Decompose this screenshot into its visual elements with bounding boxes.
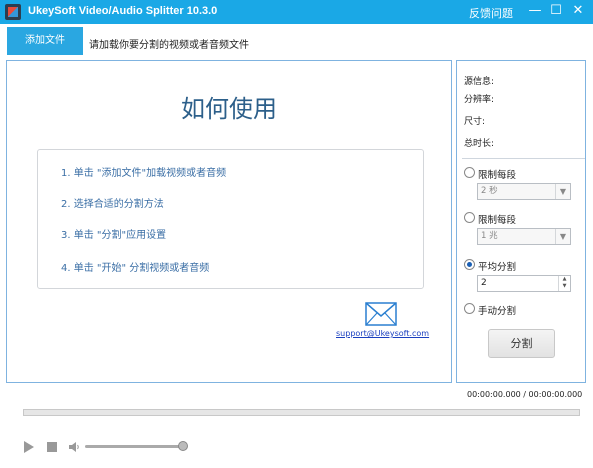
split-by-time-label: 限制每段 <box>478 170 517 181</box>
radio-button[interactable] <box>464 212 475 223</box>
play-icon[interactable] <box>24 441 34 453</box>
step-item: 2. 选择合适的分割方法 <box>61 199 164 210</box>
time-limit-select[interactable]: 2 秒 ▼ <box>477 183 571 200</box>
envelope-icon[interactable] <box>365 302 397 326</box>
add-file-button[interactable]: 添加文件 <box>7 27 83 55</box>
add-file-hint: 请加载你要分割的视频或者音频文件 <box>89 40 249 51</box>
guide-panel: 如何使用 1. 单击 "添加文件"加载视频或者音频 2. 选择合适的分割方法 3… <box>6 60 452 383</box>
step-item: 3. 单击 "分割"应用设置 <box>61 230 167 241</box>
timeline-bar[interactable] <box>23 409 580 416</box>
support-email-link[interactable]: support@Ukeysoft.com <box>336 329 429 338</box>
time-limit-value: 2 秒 <box>481 186 498 196</box>
volume-icon[interactable] <box>69 441 80 453</box>
size-limit-select[interactable]: 1 兆 ▼ <box>477 228 571 245</box>
volume-slider[interactable] <box>85 445 186 448</box>
stop-icon[interactable] <box>47 442 57 452</box>
time-readout: 00:00:00.000 / 00:00:00.000 <box>467 390 583 399</box>
manual-split-label: 手动分割 <box>478 306 517 317</box>
steps-box: 1. 单击 "添加文件"加载视频或者音频 2. 选择合适的分割方法 3. 单击 … <box>37 149 424 289</box>
radio-button[interactable] <box>464 167 475 178</box>
segment-count-stepper[interactable]: 2 ▲ ▼ <box>477 275 571 292</box>
duration-label: 总时长: <box>464 139 495 149</box>
size-label: 尺寸: <box>464 117 486 127</box>
close-button[interactable]: ✕ <box>569 2 587 20</box>
split-by-size-label: 限制每段 <box>478 215 517 226</box>
radio-button[interactable] <box>464 303 475 314</box>
split-button[interactable]: 分割 <box>488 329 555 358</box>
step-item: 1. 单击 "添加文件"加载视频或者音频 <box>61 168 227 179</box>
app-logo-icon <box>5 4 21 20</box>
step-item: 4. 单击 "开始" 分割视频或者音频 <box>61 263 210 274</box>
chevron-down-icon[interactable]: ▼ <box>555 184 570 199</box>
guide-title: 如何使用 <box>181 95 277 123</box>
settings-panel: 源信息: 分辨率: 尺寸: 总时长: 限制每段 2 秒 ▼ 限制每段 1 兆 ▼… <box>456 60 586 383</box>
divider <box>462 158 585 159</box>
stepper-arrows-icon[interactable]: ▲ ▼ <box>558 276 570 291</box>
resolution-label: 分辨率: <box>464 95 495 105</box>
feedback-link[interactable]: 反馈问题 <box>469 5 513 21</box>
average-split-label: 平均分割 <box>478 262 517 273</box>
title-bar: UkeySoft Video/Audio Splitter 10.3.0 反馈问… <box>0 0 593 24</box>
window-title: UkeySoft Video/Audio Splitter 10.3.0 <box>28 5 218 17</box>
source-info-label: 源信息: <box>464 77 495 87</box>
radio-button-selected[interactable] <box>464 259 475 270</box>
volume-slider-handle[interactable] <box>178 441 188 451</box>
maximize-button[interactable]: ☐ <box>547 2 565 20</box>
minimize-button[interactable]: — <box>526 2 544 20</box>
size-limit-value: 1 兆 <box>481 231 498 241</box>
segment-count-value: 2 <box>481 278 487 288</box>
chevron-down-icon[interactable]: ▼ <box>555 229 570 244</box>
